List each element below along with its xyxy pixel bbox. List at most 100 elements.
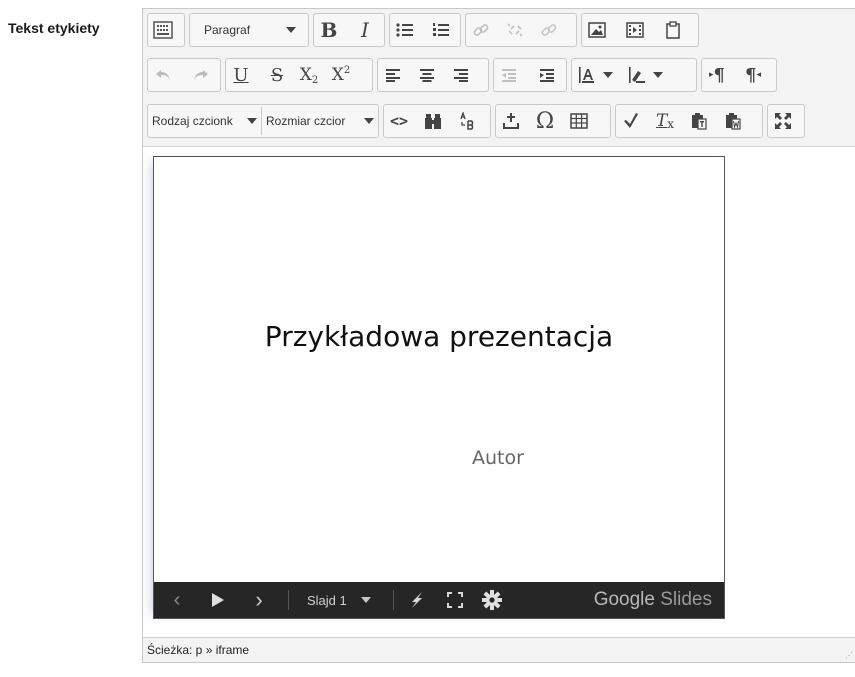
insert-hr-button[interactable] (498, 107, 524, 135)
align-center-button[interactable] (414, 61, 440, 89)
clear-format-icon: T (655, 111, 668, 131)
insert-media-button[interactable] (622, 16, 648, 44)
toolbar-group-fullscreen (767, 104, 805, 138)
play-button[interactable] (200, 582, 236, 618)
spellcheck-button[interactable] (454, 107, 480, 135)
paste-word-icon (726, 113, 741, 130)
laser-pointer-button[interactable] (394, 582, 440, 618)
remove-mark-icon: x (667, 117, 675, 131)
play-icon (212, 593, 224, 607)
indent-button[interactable] (534, 61, 560, 89)
anchor-button[interactable] (536, 16, 562, 44)
strikethrough-button[interactable]: S (264, 61, 290, 89)
slide-select-value: Slajd 1 (307, 592, 347, 608)
rich-text-editor: Paragraf B I U S X 2 X 2 ▸ ¶ ¶ ◂ Rodzaj … (142, 8, 855, 663)
slide-title: Przykładowa prezentacja (264, 320, 614, 353)
superscript-button[interactable]: X2 (328, 61, 354, 89)
font-size-value: Rozmiar czcior (266, 114, 346, 128)
bold-button[interactable]: B (316, 16, 342, 44)
laser-pointer-icon (412, 592, 422, 608)
undo-icon (156, 70, 170, 80)
paragraph-format-select[interactable]: Paragraf (189, 13, 309, 47)
numbered-list-icon (433, 23, 449, 36)
background-color-button[interactable] (624, 61, 650, 89)
outdent-icon (502, 69, 516, 82)
chevron-down-icon (603, 72, 613, 78)
toolbar-group-media (581, 13, 699, 47)
spellcheck-icon (460, 112, 474, 130)
redo-button[interactable] (188, 61, 214, 89)
editor-content-area[interactable]: Przykładowa prezentacja Autor ‹ › Slajd … (143, 147, 855, 639)
manage-files-button[interactable] (660, 16, 686, 44)
unlink-button[interactable] (502, 16, 528, 44)
google-slides-logo[interactable]: Google Slides (594, 589, 712, 611)
google-logo-text: Google (593, 589, 655, 610)
text-color-dropdown[interactable] (600, 61, 616, 89)
clean-html-button[interactable] (618, 107, 644, 135)
fullscreen-icon (775, 113, 791, 129)
toolbar-group-insert: Ω (495, 104, 611, 138)
chevron-down-icon (286, 27, 296, 33)
toolbar-group-direction: ▸ ¶ ¶ ◂ (701, 58, 777, 92)
ltr-button[interactable]: ▸ ¶ (704, 61, 730, 89)
underline-button[interactable]: U (228, 61, 254, 89)
toolbar-group-tools: <> (383, 104, 491, 138)
next-slide-button[interactable]: › (236, 582, 282, 618)
anchor-link-icon (541, 24, 557, 36)
gear-icon (482, 590, 502, 610)
insert-image-button[interactable] (584, 16, 610, 44)
font-family-select[interactable]: Rodzaj czcionk (148, 107, 262, 135)
indent-icon (540, 69, 554, 82)
fullscreen-button[interactable] (770, 107, 796, 135)
special-char-button[interactable]: Ω (532, 107, 558, 135)
highlight-color-icon (629, 67, 645, 83)
find-replace-button[interactable] (420, 107, 446, 135)
subscript-label: X (299, 65, 312, 85)
italic-button[interactable]: I (352, 16, 378, 44)
outdent-button[interactable] (496, 61, 522, 89)
settings-button[interactable] (470, 582, 514, 618)
horizontal-line-icon (503, 113, 519, 129)
chevron-down-icon (653, 72, 663, 78)
toolbar-group-colors (571, 58, 697, 92)
ltr-label: ¶ (713, 64, 725, 86)
slide-select[interactable]: Slajd 1 (289, 582, 385, 618)
numbered-list-button[interactable] (428, 16, 454, 44)
align-right-icon (454, 69, 468, 82)
paste-word-button[interactable] (720, 107, 746, 135)
html-source-button[interactable]: <> (386, 107, 412, 135)
rtl-button[interactable]: ¶ ◂ (740, 61, 766, 89)
link-button[interactable] (468, 16, 494, 44)
paste-text-button[interactable] (686, 107, 712, 135)
toolbar-group-lists (389, 13, 461, 47)
image-icon (588, 22, 606, 38)
toolbar-toggle-button[interactable] (150, 16, 176, 44)
editor-statusbar: Ścieżka: p » iframe ⋰ (143, 637, 855, 662)
table-icon (570, 113, 588, 129)
insert-table-button[interactable] (566, 107, 592, 135)
font-size-select[interactable]: Rozmiar czcior (262, 107, 378, 135)
text-color-icon (579, 67, 594, 83)
slide-subtitle: Autor (472, 447, 524, 469)
toolbar-row-3: Rodzaj czcionk Rozmiar czcior <> Ω T x (147, 104, 855, 138)
clipboard-icon (666, 21, 680, 39)
slides-player-controls: ‹ › Slajd 1 Google Slides (154, 582, 724, 618)
align-left-button[interactable] (380, 61, 406, 89)
fullscreen-toggle-button[interactable] (440, 582, 470, 618)
toolbar-group-links (465, 13, 577, 47)
undo-button[interactable] (150, 61, 176, 89)
google-slides-embed[interactable]: Przykładowa prezentacja Autor ‹ › Slajd … (153, 156, 725, 619)
toolbar-group-toggle (147, 13, 185, 47)
align-right-button[interactable] (448, 61, 474, 89)
clear-formatting-button[interactable]: Tx (652, 107, 678, 135)
paste-text-icon (692, 113, 707, 130)
resize-handle-icon[interactable]: ⋰ (845, 651, 853, 660)
superscript-label: X (331, 65, 344, 85)
subscript-button[interactable]: X2 (296, 61, 322, 89)
previous-slide-button[interactable]: ‹ (154, 582, 200, 618)
bullet-list-button[interactable] (392, 16, 418, 44)
background-color-dropdown[interactable] (650, 61, 666, 89)
font-family-value: Rodzaj czcionk (152, 114, 233, 128)
text-color-button[interactable] (574, 61, 600, 89)
slides-logo-text: Slides (660, 589, 712, 610)
